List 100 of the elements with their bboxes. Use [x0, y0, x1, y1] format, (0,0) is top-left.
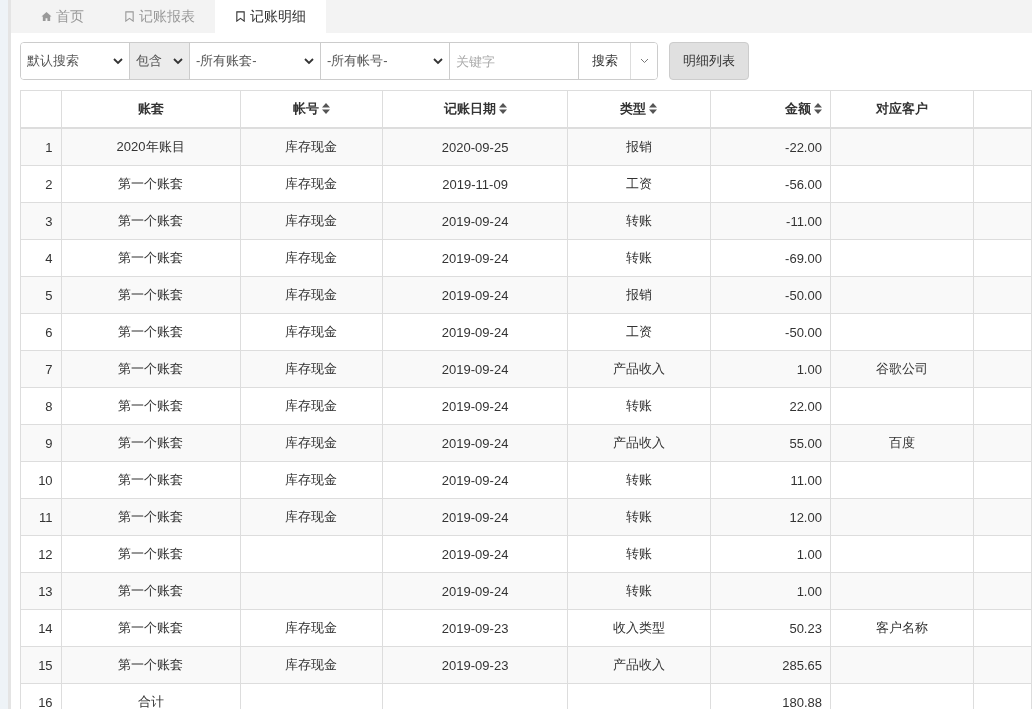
table-cell: 10 — [20, 461, 62, 499]
table-cell: 转账 — [567, 202, 711, 240]
table-cell — [973, 387, 1032, 425]
table-cell: 6 — [20, 313, 62, 351]
table-cell: 2019-09-24 — [382, 535, 568, 573]
table-cell: 13 — [20, 572, 62, 610]
table-cell: 产品收入 — [567, 646, 711, 684]
table-cell: 第一个账套 — [61, 165, 240, 203]
table-cell: 4 — [20, 239, 62, 277]
table-cell: 库存现金 — [240, 461, 383, 499]
table-cell: 库存现金 — [240, 165, 383, 203]
table-cell: 2019-09-24 — [382, 424, 568, 462]
table-cell: 工资 — [567, 165, 711, 203]
table-cell: -50.00 — [710, 313, 831, 351]
table-cell — [973, 239, 1032, 277]
table-cell: 2019-09-24 — [382, 498, 568, 536]
table-cell: 库存现金 — [240, 239, 383, 277]
table-cell: 收入类型 — [567, 609, 711, 647]
table-cell: 2019-09-24 — [382, 313, 568, 351]
table-cell: 7 — [20, 350, 62, 388]
table-cell: -69.00 — [710, 239, 831, 277]
table-cell: 2019-09-24 — [382, 461, 568, 499]
table-cell — [973, 165, 1032, 203]
table-cell: 2019-09-24 — [382, 387, 568, 425]
table-cell: 转账 — [567, 387, 711, 425]
table-cell: -50.00 — [710, 276, 831, 314]
table-cell: -22.00 — [710, 128, 831, 166]
table-cell: 转账 — [567, 461, 711, 499]
table-cell: 2019-09-24 — [382, 239, 568, 277]
table-cell: 库存现金 — [240, 350, 383, 388]
table-cell: 1.00 — [710, 535, 831, 573]
table-cell: 库存现金 — [240, 276, 383, 314]
table-cell: 报销 — [567, 276, 711, 314]
table-cell: 1.00 — [710, 350, 831, 388]
table-cell: 2019-09-24 — [382, 572, 568, 610]
table-cell: 2019-09-24 — [382, 202, 568, 240]
table-cell: 库存现金 — [240, 313, 383, 351]
dropdown-select[interactable]: 包含 — [130, 43, 190, 79]
table-cell: 客户名称 — [830, 609, 974, 647]
table-cell: 库存现金 — [240, 498, 383, 536]
table-cell: 9 — [20, 424, 62, 462]
table-cell: 库存现金 — [240, 202, 383, 240]
table-cell: 产品收入 — [567, 350, 711, 388]
table-cell: 第一个账套 — [61, 572, 240, 610]
bookmark-icon — [235, 11, 246, 22]
table-cell: 14 — [20, 609, 62, 647]
table-cell: 第一个账套 — [61, 387, 240, 425]
table-cell: 转账 — [567, 535, 711, 573]
table-cell: 8 — [20, 387, 62, 425]
table-cell: 转账 — [567, 572, 711, 610]
table-cell: 2019-09-23 — [382, 609, 568, 647]
table-cell: 第一个账套 — [61, 276, 240, 314]
table-cell: 2019-09-24 — [382, 350, 568, 388]
table-cell: 2020-09-25 — [382, 128, 568, 166]
sort-icon — [813, 103, 822, 114]
table-cell: 第一个账套 — [61, 646, 240, 684]
table-cell: 第一个账套 — [61, 239, 240, 277]
table-cell: 1 — [20, 128, 62, 166]
dropdown-select[interactable]: 默认搜索 — [21, 43, 130, 79]
table-cell: 第一个账套 — [61, 424, 240, 462]
table-cell: 5 — [20, 276, 62, 314]
detail-list-button[interactable]: 明细列表 — [669, 42, 749, 80]
table-cell: 谷歌公司 — [830, 350, 974, 388]
chevron-down-icon — [304, 57, 314, 65]
chevron-down-icon — [113, 57, 123, 65]
table-cell: 11 — [20, 498, 62, 536]
table-cell: 12.00 — [710, 498, 831, 536]
table-cell: 2019-11-09 — [382, 165, 568, 203]
table-cell: 12 — [20, 535, 62, 573]
tab[interactable]: 记账明细 — [215, 0, 326, 33]
table-cell: 第一个账套 — [61, 350, 240, 388]
table-cell: 1.00 — [710, 572, 831, 610]
sort-icon — [649, 103, 658, 114]
table-cell: 第一个账套 — [61, 461, 240, 499]
table-cell: 产品收入 — [567, 424, 711, 462]
table-cell: 22.00 — [710, 387, 831, 425]
table-cell: 转账 — [567, 498, 711, 536]
table-cell: 库存现金 — [240, 387, 383, 425]
bookmark-icon — [124, 11, 135, 22]
sort-icon — [498, 103, 507, 114]
chevron-down-icon — [433, 57, 443, 65]
table-cell: 50.23 — [710, 609, 831, 647]
table-cell: 第一个账套 — [61, 202, 240, 240]
table-cell: 2019-09-23 — [382, 646, 568, 684]
table-cell — [973, 313, 1032, 351]
table-cell: 库存现金 — [240, 609, 383, 647]
table-cell: 库存现金 — [240, 424, 383, 462]
table-cell — [973, 609, 1032, 647]
table-cell: 库存现金 — [240, 128, 383, 166]
table-cell: 第一个账套 — [61, 498, 240, 536]
table-cell: 库存现金 — [240, 646, 383, 684]
home-icon — [41, 11, 52, 22]
table-cell — [973, 535, 1032, 573]
table-cell — [973, 461, 1032, 499]
table-cell: 11.00 — [710, 461, 831, 499]
chevron-down-icon — [173, 57, 183, 65]
table-cell: 55.00 — [710, 424, 831, 462]
table-cell: 16 — [20, 683, 62, 709]
table-cell: 285.65 — [710, 646, 831, 684]
table-cell: 工资 — [567, 313, 711, 351]
